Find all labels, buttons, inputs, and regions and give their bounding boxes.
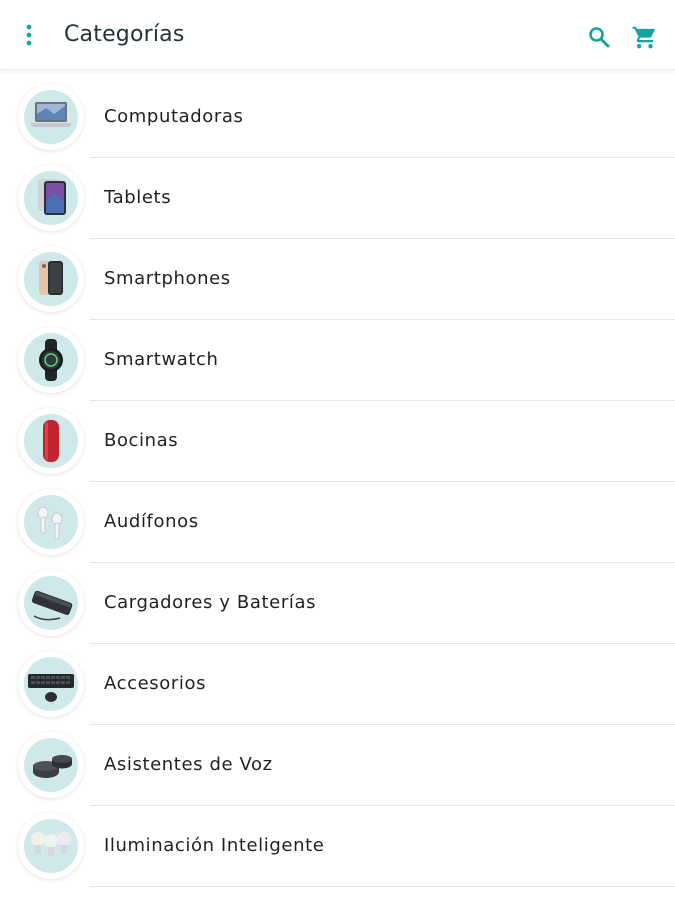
category-thumbnail [18, 570, 84, 636]
earbuds-image [24, 495, 78, 549]
page-title: Categorías [64, 22, 185, 47]
category-thumbnail [18, 84, 84, 150]
category-row-computadoras[interactable]: Computadoras [0, 77, 675, 158]
more-vert-icon[interactable] [14, 20, 44, 50]
category-label: Bocinas [104, 430, 179, 451]
app-bar: Categorías [0, 0, 675, 70]
tablet-image [24, 171, 78, 225]
category-row-bocinas[interactable]: Bocinas [0, 401, 675, 482]
category-row-iluminacion-inteligente[interactable]: Iluminación Inteligente [0, 806, 675, 887]
category-thumbnail [18, 408, 84, 474]
smart-speaker-image [24, 738, 78, 792]
category-row-asistentes-de-voz[interactable]: Asistentes de Voz [0, 725, 675, 806]
category-thumbnail [18, 813, 84, 879]
power-bank-image [24, 576, 78, 630]
category-label: Tablets [104, 187, 172, 208]
smartphone-image [24, 252, 78, 306]
category-thumbnail [18, 327, 84, 393]
category-label: Cargadores y Baterías [104, 592, 317, 613]
category-thumbnail [18, 651, 84, 717]
keyboard-mouse-image [24, 657, 78, 711]
category-label: Smartphones [104, 268, 231, 289]
category-thumbnail [18, 165, 84, 231]
category-label: Accesorios [104, 673, 207, 694]
category-thumbnail [18, 489, 84, 555]
category-row-smartwatch[interactable]: Smartwatch [0, 320, 675, 401]
category-label: Asistentes de Voz [104, 754, 273, 775]
category-row-audifonos[interactable]: Audífonos [0, 482, 675, 563]
category-label: Iluminación Inteligente [104, 835, 325, 856]
category-label: Audífonos [104, 511, 199, 532]
laptop-image [24, 90, 78, 144]
divider [90, 886, 675, 887]
category-label: Computadoras [104, 106, 244, 127]
shopping-cart-icon[interactable] [629, 22, 659, 52]
category-row-smartphones[interactable]: Smartphones [0, 239, 675, 320]
category-label: Smartwatch [104, 349, 219, 370]
category-thumbnail [18, 246, 84, 312]
category-thumbnail [18, 732, 84, 798]
category-list: Computadoras Tablets Smartphones Smartwa… [0, 77, 675, 887]
category-row-cargadores-baterias[interactable]: Cargadores y Baterías [0, 563, 675, 644]
speaker-image [24, 414, 78, 468]
smartwatch-image [24, 333, 78, 387]
search-icon[interactable] [585, 23, 613, 51]
category-row-accesorios[interactable]: Accesorios [0, 644, 675, 725]
category-row-tablets[interactable]: Tablets [0, 158, 675, 239]
smart-bulbs-image [24, 819, 78, 873]
